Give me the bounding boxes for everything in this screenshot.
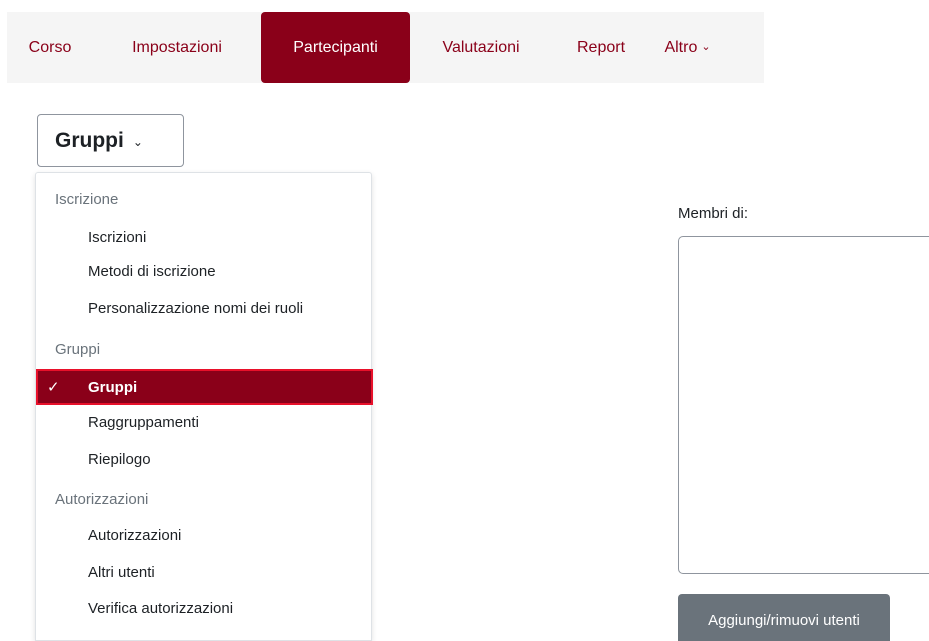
menu-header-iscrizione: Iscrizione <box>55 191 119 208</box>
menu-item-personalizzazione-nomi-ruoli[interactable]: Personalizzazione nomi dei ruoli <box>88 300 303 317</box>
participants-page-menu: Iscrizione Iscrizioni Metodi di iscrizio… <box>35 172 373 641</box>
participants-page-selector[interactable]: Gruppi ⌄ <box>37 114 184 167</box>
check-icon: ✓ <box>47 379 60 396</box>
tab-valutazioni[interactable]: Valutazioni <box>410 12 552 83</box>
menu-item-altri-utenti[interactable]: Altri utenti <box>88 564 155 581</box>
tab-partecipanti[interactable]: Partecipanti <box>261 12 410 83</box>
menu-item-gruppi-label: Gruppi <box>88 378 138 396</box>
tab-altro[interactable]: Altro ⌄ <box>650 12 725 83</box>
tab-corso[interactable]: Corso <box>7 12 93 83</box>
menu-item-gruppi[interactable]: ✓ Gruppi <box>36 369 373 405</box>
menu-header-gruppi: Gruppi <box>55 341 101 358</box>
members-listbox[interactable] <box>678 236 929 574</box>
tab-altro-label: Altro <box>664 38 698 56</box>
menu-item-iscrizioni[interactable]: Iscrizioni <box>88 229 146 246</box>
menu-item-verifica-autorizzazioni[interactable]: Verifica autorizzazioni <box>88 600 233 617</box>
menu-header-autorizzazioni: Autorizzazioni <box>55 491 149 508</box>
menu-item-autorizzazioni[interactable]: Autorizzazioni <box>88 527 181 544</box>
chevron-down-icon: ⌄ <box>132 134 143 149</box>
course-navigation: Corso Impostazioni Partecipanti Valutazi… <box>7 12 764 83</box>
tab-impostazioni[interactable]: Impostazioni <box>93 12 261 83</box>
members-label: Membri di: <box>678 205 749 222</box>
tab-report[interactable]: Report <box>552 12 650 83</box>
menu-item-riepilogo[interactable]: Riepilogo <box>88 451 151 468</box>
menu-item-raggruppamenti[interactable]: Raggruppamenti <box>88 414 199 431</box>
add-remove-users-button[interactable]: Aggiungi/rimuovi utenti <box>678 594 890 641</box>
menu-item-metodi-iscrizione[interactable]: Metodi di iscrizione <box>88 263 216 280</box>
selector-label: Gruppi <box>55 128 124 152</box>
chevron-down-icon: ⌄ <box>701 41 711 53</box>
